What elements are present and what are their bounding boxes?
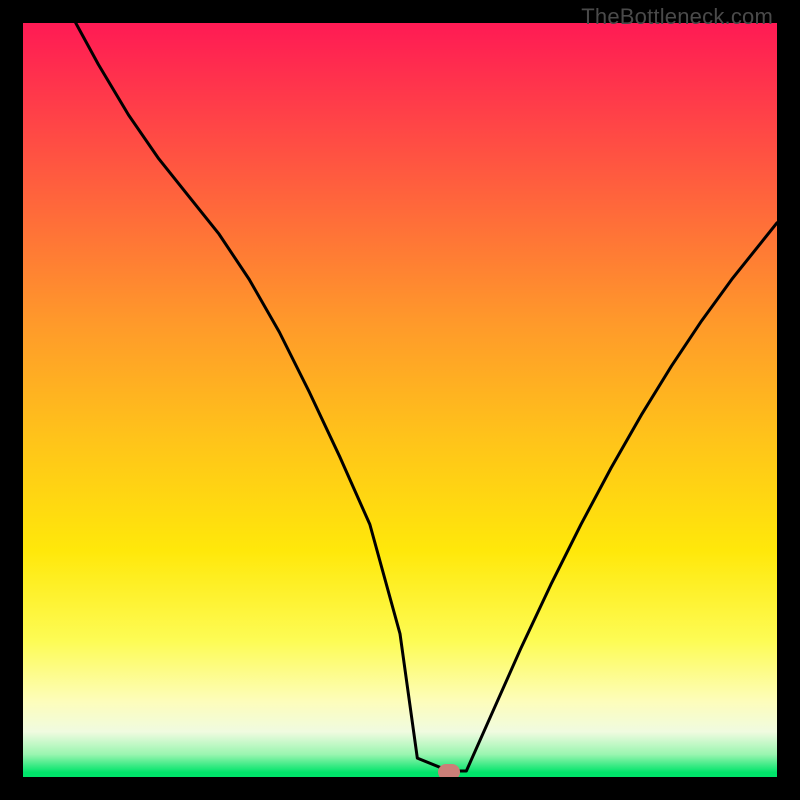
highlight-marker xyxy=(438,764,460,777)
watermark-text: TheBottleneck.com xyxy=(581,4,773,30)
plot-area xyxy=(23,23,777,777)
chart-frame: TheBottleneck.com xyxy=(0,0,800,800)
line-series xyxy=(23,23,777,777)
